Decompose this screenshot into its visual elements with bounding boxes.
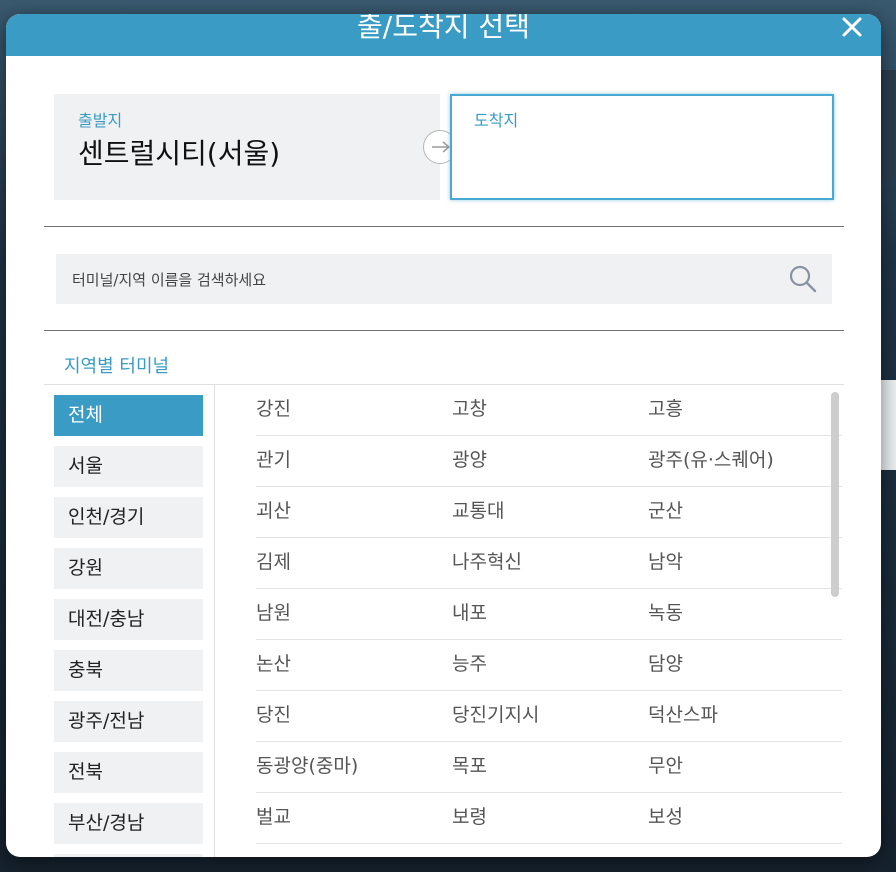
- region-item-all[interactable]: 전체: [54, 395, 203, 436]
- terminal-list-scrollbar[interactable]: [831, 392, 839, 597]
- terminal-item[interactable]: 김제: [256, 538, 291, 586]
- arrow-right-icon: [432, 141, 451, 153]
- terminal-item[interactable]: 보령: [452, 793, 487, 841]
- terminal-item[interactable]: 나주혁신: [452, 538, 522, 586]
- close-button[interactable]: [835, 14, 869, 44]
- terminal-item[interactable]: 남악: [648, 538, 683, 586]
- terminal-item[interactable]: 덕산스파: [648, 691, 718, 739]
- terminal-item[interactable]: 보성: [648, 793, 683, 841]
- table-row: 당진 당진기지시 덕산스파: [256, 691, 842, 742]
- close-icon: [842, 17, 862, 37]
- modal-header: 출/도착지 선택: [6, 14, 881, 56]
- backdrop-panel: [880, 380, 896, 470]
- region-item-daejeon-chungnam[interactable]: 대전/충남: [54, 599, 203, 640]
- terminal-item[interactable]: 동광양(중마): [256, 742, 358, 790]
- divider: [44, 330, 844, 331]
- terminal-item[interactable]: 목포: [452, 742, 487, 790]
- region-item-next[interactable]: [54, 854, 203, 857]
- terminal-item[interactable]: 괴산: [256, 487, 291, 535]
- terminal-item[interactable]: 광양: [452, 436, 487, 484]
- terminal-item[interactable]: 고창: [452, 385, 487, 433]
- terminal-item[interactable]: 당진기지시: [452, 691, 539, 739]
- terminal-list: 강진 고창 고흥 관기 광양 광주(유·스퀘어) 괴산 교통대 군산 김제 나주…: [256, 385, 842, 857]
- table-row: 논산 능주 담양: [256, 640, 842, 691]
- region-item-jeonbuk[interactable]: 전북: [54, 752, 203, 793]
- terminal-item[interactable]: 군산: [648, 487, 683, 535]
- terminal-item[interactable]: 능주: [452, 640, 487, 688]
- search-input[interactable]: [70, 254, 774, 306]
- region-item-gwangju-jeonnam[interactable]: 광주/전남: [54, 701, 203, 742]
- terminal-item[interactable]: 남원: [256, 589, 291, 637]
- search-icon[interactable]: [788, 264, 818, 294]
- region-sidebar: 전체 서울 인천/경기 강원 대전/충남 충북 광주/전남 전북 부산/경남: [44, 385, 215, 857]
- region-item-chungbuk[interactable]: 충북: [54, 650, 203, 691]
- table-row: 김제 나주혁신 남악: [256, 538, 842, 589]
- table-row: 괴산 교통대 군산: [256, 487, 842, 538]
- terminal-item[interactable]: 당진: [256, 691, 291, 739]
- table-row: 남원 내포 녹동: [256, 589, 842, 640]
- terminal-item[interactable]: 광주(유·스퀘어): [648, 436, 774, 484]
- terminal-item[interactable]: 논산: [256, 640, 291, 688]
- search-box: [56, 254, 832, 306]
- destination-label: 도착지: [474, 111, 519, 130]
- modal-title: 출/도착지 선택: [357, 14, 530, 43]
- table-row: 관기 광양 광주(유·스퀘어): [256, 436, 842, 487]
- divider: [44, 226, 844, 227]
- terminal-item[interactable]: 담양: [648, 640, 683, 688]
- destination-selector[interactable]: 도착지: [450, 94, 834, 200]
- terminal-item[interactable]: 내포: [452, 589, 487, 637]
- origin-label: 출발지: [78, 111, 123, 130]
- terminal-item[interactable]: 무안: [648, 742, 683, 790]
- terminal-item[interactable]: 교통대: [452, 487, 504, 535]
- origin-selector[interactable]: 출발지 센트럴시티(서울): [54, 94, 440, 200]
- region-item-incheon-gyeonggi[interactable]: 인천/경기: [54, 497, 203, 538]
- origin-value: 센트럴시티(서울): [78, 137, 281, 170]
- terminal-item[interactable]: 녹동: [648, 589, 683, 637]
- table-row: 벌교 보령 보성: [256, 793, 842, 844]
- region-item-seoul[interactable]: 서울: [54, 446, 203, 487]
- terminal-item[interactable]: 벌교: [256, 793, 291, 841]
- terminal-item[interactable]: 강진: [256, 385, 291, 433]
- region-section-title: 지역별 터미널: [64, 356, 170, 377]
- backdrop-panel: [880, 70, 896, 180]
- region-item-busan-gyeongnam[interactable]: 부산/경남: [54, 803, 203, 844]
- terminal-select-modal: 출/도착지 선택 출발지 센트럴시티(서울) 도착지 지역별 터미널 전체: [6, 14, 881, 857]
- table-row: 강진 고창 고흥: [256, 385, 842, 436]
- terminal-item[interactable]: 고흥: [648, 385, 683, 433]
- region-item-gangwon[interactable]: 강원: [54, 548, 203, 589]
- table-row: 동광양(중마) 목포 무안: [256, 742, 842, 793]
- terminal-item[interactable]: 관기: [256, 436, 291, 484]
